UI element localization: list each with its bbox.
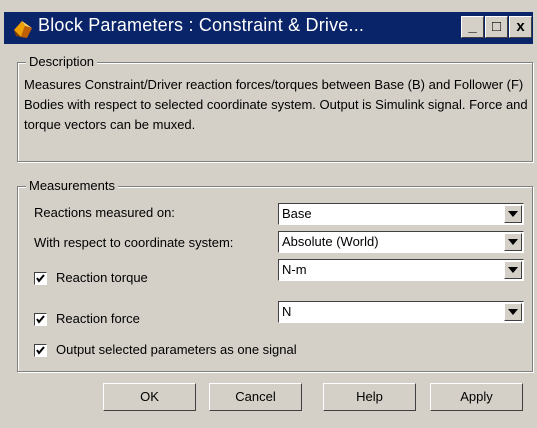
check-icon: [36, 346, 45, 355]
force-units-value: N: [282, 304, 292, 319]
check-icon: [36, 315, 45, 324]
description-group: Description Measures Constraint/Driver r…: [17, 54, 533, 162]
chevron-down-icon[interactable]: [504, 233, 522, 251]
help-button[interactable]: Help: [323, 383, 416, 411]
chevron-down-icon[interactable]: [504, 303, 522, 321]
reaction-torque-label[interactable]: Reaction torque: [56, 270, 148, 285]
reactions-measured-value: Base: [282, 206, 312, 221]
apply-button[interactable]: Apply: [430, 383, 523, 411]
maximize-icon: □: [491, 18, 502, 35]
maximize-button[interactable]: □: [485, 16, 508, 38]
ok-button[interactable]: OK: [103, 383, 196, 411]
reaction-force-label[interactable]: Reaction force: [56, 311, 140, 326]
measurements-legend: Measurements: [26, 178, 118, 193]
force-units-select[interactable]: N: [278, 301, 524, 323]
description-legend: Description: [26, 54, 98, 69]
coordinate-system-value: Absolute (World): [282, 234, 379, 249]
description-text: Measures Constraint/Driver reaction forc…: [24, 77, 528, 132]
torque-units-value: N-m: [282, 262, 307, 277]
minimize-icon: _: [468, 18, 477, 35]
block-parameters-dialog: Block Parameters : Constraint & Drive...…: [0, 0, 537, 428]
coordinate-system-label: With respect to coordinate system:: [34, 235, 234, 250]
cancel-button[interactable]: Cancel: [209, 383, 302, 411]
reaction-torque-checkbox[interactable]: [34, 272, 47, 285]
simmechanics-block-icon: [12, 18, 34, 40]
output-one-signal-checkbox[interactable]: [34, 344, 47, 357]
close-button[interactable]: x: [509, 16, 532, 38]
window-title: Block Parameters : Constraint & Drive...: [38, 15, 365, 35]
reactions-measured-select[interactable]: Base: [278, 203, 524, 225]
reaction-force-checkbox[interactable]: [34, 313, 47, 326]
chevron-down-icon[interactable]: [504, 261, 522, 279]
torque-units-select[interactable]: N-m: [278, 259, 524, 281]
reactions-measured-label: Reactions measured on:: [34, 205, 175, 220]
close-icon: x: [516, 18, 525, 35]
title-bar[interactable]: Block Parameters : Constraint & Drive...…: [4, 12, 533, 44]
chevron-down-icon[interactable]: [504, 205, 522, 223]
check-icon: [36, 274, 45, 283]
output-one-signal-label[interactable]: Output selected parameters as one signal: [56, 342, 297, 357]
minimize-button[interactable]: _: [461, 16, 484, 38]
coordinate-system-select[interactable]: Absolute (World): [278, 231, 524, 253]
